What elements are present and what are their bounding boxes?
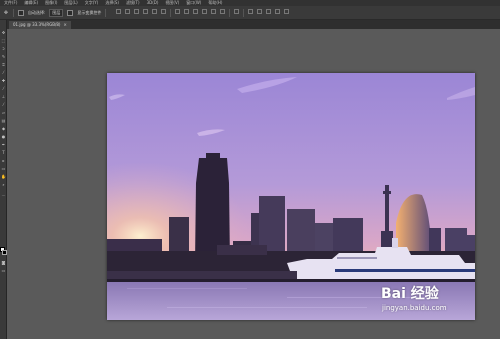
distribute-vcenter-icon[interactable]	[184, 8, 190, 14]
auto-select-target-dropdown[interactable]: 图层	[49, 8, 64, 17]
align-vcenter-icon[interactable]	[125, 8, 131, 14]
3d-slide-icon[interactable]	[284, 8, 290, 14]
document-tab-bar: 01.jpg @ 33.3%(RGB/8) ×	[7, 20, 500, 29]
marquee-icon[interactable]: ⬚	[1, 38, 6, 43]
3d-mode-icon[interactable]	[248, 8, 254, 14]
baidu-jingyan-watermark-logo: Bai 经验	[381, 286, 439, 302]
divider	[170, 8, 172, 17]
brush-icon[interactable]: ⁄	[1, 86, 6, 91]
align-top-icon[interactable]	[116, 8, 122, 14]
distribute-right-icon[interactable]	[220, 8, 226, 14]
3d-roll-icon[interactable]	[266, 8, 272, 14]
auto-align-icon[interactable]	[234, 8, 240, 14]
quick-select-icon[interactable]: ✎	[1, 54, 6, 59]
distribute-left-icon[interactable]	[202, 8, 208, 14]
clone-stamp-icon[interactable]: ⊥	[1, 94, 6, 99]
lasso-icon[interactable]: ↄ	[1, 46, 6, 51]
history-brush-icon[interactable]: ⁄	[1, 102, 6, 107]
distribute-hcenter-icon[interactable]	[211, 8, 217, 14]
auto-select-checkbox[interactable]	[18, 9, 24, 16]
quick-mask-icon[interactable]: ◙	[1, 260, 6, 265]
baidu-jingyan-watermark-url: jingyan.baidu.com	[382, 304, 447, 312]
eyedropper-icon[interactable]: ⁄	[1, 70, 6, 75]
gradient-icon[interactable]: ▤	[1, 118, 6, 123]
3d-orbit-icon[interactable]	[257, 8, 263, 14]
divider	[229, 8, 231, 17]
align-hcenter-icon[interactable]	[152, 8, 158, 14]
align-buttons	[116, 8, 290, 17]
more-tools-icon[interactable]: …	[1, 192, 6, 197]
divider	[243, 8, 245, 17]
healing-brush-icon[interactable]: ✚	[1, 78, 6, 83]
move-tool-preset-icon[interactable]: ✥	[3, 10, 9, 16]
blur-icon[interactable]: ◆	[1, 126, 6, 131]
type-icon[interactable]: T	[1, 150, 6, 155]
hand-icon[interactable]: ✋	[1, 174, 6, 179]
align-bottom-icon[interactable]	[134, 8, 140, 14]
divider	[105, 8, 107, 17]
distribute-bottom-icon[interactable]	[193, 8, 199, 14]
crop-icon[interactable]: ⌗	[1, 62, 6, 67]
zoom-icon[interactable]: ⌕	[1, 182, 6, 187]
pen-icon[interactable]: ✒	[1, 142, 6, 147]
document-tab[interactable]: 01.jpg @ 33.3%(RGB/8) ×	[9, 21, 71, 29]
3d-pan-icon[interactable]	[275, 8, 281, 14]
dodge-icon[interactable]: ●	[1, 134, 6, 139]
screen-mode-icon[interactable]: ▭	[1, 268, 6, 273]
distribute-top-icon[interactable]	[175, 8, 181, 14]
path-select-icon[interactable]: ▸	[1, 158, 6, 163]
shape-icon[interactable]: ▭	[1, 166, 6, 171]
close-icon[interactable]: ×	[63, 21, 66, 29]
eraser-icon[interactable]: ▱	[1, 110, 6, 115]
show-transform-checkbox[interactable]	[67, 9, 74, 16]
tools-panel: ✥ ⬚ ↄ ✎ ⌗ ⁄ ✚ ⁄ ⊥ ⁄ ▱ ▤ ◆ ● ✒ T ▸ ▭ ✋ ⌕ …	[0, 20, 7, 339]
document-tab-label: 01.jpg @ 33.3%(RGB/8)	[13, 22, 61, 27]
divider	[13, 8, 14, 17]
show-transform-label: 显示变换控件	[77, 9, 102, 15]
align-left-icon[interactable]	[143, 8, 149, 14]
move-icon[interactable]: ✥	[1, 30, 6, 35]
options-bar: ✥ 自动选择: 图层 显示变换控件	[0, 6, 500, 20]
auto-select-label: 自动选择:	[28, 9, 46, 15]
align-right-icon[interactable]	[161, 8, 167, 14]
